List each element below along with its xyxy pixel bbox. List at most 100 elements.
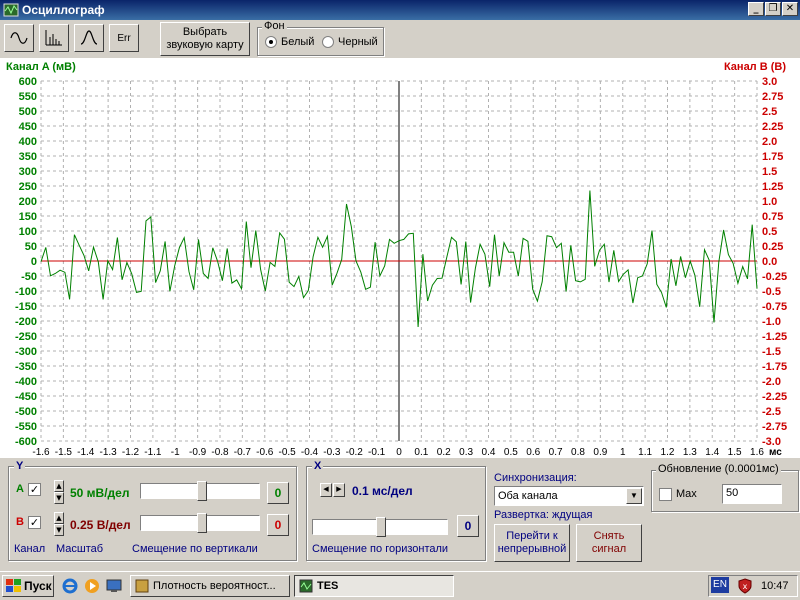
channel-a-tick-label: 300 xyxy=(19,166,37,178)
max-checkbox[interactable] xyxy=(659,488,672,501)
x-legend: X xyxy=(312,460,324,472)
distribution-button[interactable] xyxy=(74,24,104,52)
channel-a-tick-label: 50 xyxy=(25,241,37,253)
channel-a-label: A xyxy=(16,483,24,495)
error-button[interactable]: Err xyxy=(109,24,139,52)
x-tick-label: 1.6 xyxy=(750,447,764,458)
channel-b-tick-label: -1.25 xyxy=(762,331,787,343)
horizontal-offset-reset-button[interactable]: 0 xyxy=(457,515,479,537)
antivirus-shield-icon[interactable]: x xyxy=(737,578,753,594)
channel-b-tick-label: 1.25 xyxy=(762,181,783,193)
horizontal-offset-slider-thumb[interactable] xyxy=(376,517,386,537)
channel-b-tick-label: 2.0 xyxy=(762,136,777,148)
sine-wave-icon xyxy=(10,32,28,44)
x-tick-label: -0.3 xyxy=(323,447,341,458)
x-tick-label: 0 xyxy=(396,447,402,458)
channel-a-tick-label: 0 xyxy=(31,256,37,268)
channel-b-tick-label: 0.5 xyxy=(762,226,777,238)
scale-b-down-button[interactable]: ▼ xyxy=(54,524,64,536)
x-tick-label: 1.4 xyxy=(705,447,719,458)
channel-b-tick-label: -2.25 xyxy=(762,391,787,403)
channel-b-tick-label: 0.0 xyxy=(762,256,777,268)
start-button[interactable]: Пуск xyxy=(2,575,54,597)
channel-a-tick-label: -200 xyxy=(15,316,37,328)
channel-a-tick-label: -100 xyxy=(15,286,37,298)
continuous-mode-button[interactable]: Перейти к непрерывной xyxy=(494,524,570,562)
sync-label: Синхронизация: xyxy=(494,472,577,484)
scale-b-up-button[interactable]: ▲ xyxy=(54,512,64,524)
x-tick-label: -1.4 xyxy=(77,447,95,458)
channel-b-label: B xyxy=(16,516,24,528)
desktop-icon[interactable] xyxy=(106,578,122,594)
background-white-label: Белый xyxy=(281,36,315,48)
channel-b-checkbox[interactable]: ✓ xyxy=(28,516,41,529)
background-white-radio[interactable] xyxy=(265,36,277,48)
oscilloscope-plot: -1.6 -1.5 -1.4 -1.3 -1.2 -1.1 -1 -0.9 -0.8 -0.7 -0… xyxy=(15,76,787,458)
spectrum-button[interactable] xyxy=(39,24,69,52)
start-label: Пуск xyxy=(24,579,52,593)
channel-b-tick-label: -0.5 xyxy=(762,286,781,298)
offset-b-reset-button[interactable]: 0 xyxy=(267,514,289,536)
sine-wave-button[interactable] xyxy=(4,24,34,52)
svg-text:x: x xyxy=(743,582,748,591)
channel-a-tick-label: 550 xyxy=(19,91,37,103)
restore-button[interactable]: ❐ xyxy=(765,2,781,16)
x-tick-label: -1.5 xyxy=(55,447,73,458)
ie-icon[interactable] xyxy=(62,578,78,594)
update-interval-input[interactable]: 50 xyxy=(722,484,782,504)
offset-b-slider-thumb[interactable] xyxy=(197,513,207,533)
taskbar-item-probability-label: Плотность вероятност... xyxy=(153,580,276,592)
x-tick-label: -1.6 xyxy=(32,447,50,458)
channel-a-tick-label: -300 xyxy=(15,346,37,358)
clock: 10:47 xyxy=(761,580,789,592)
background-black-radio[interactable] xyxy=(322,36,334,48)
channel-b-tick-label: 2.75 xyxy=(762,91,783,103)
capture-signal-button[interactable]: Снять сигнал xyxy=(576,524,642,562)
x-tick-label: 1.3 xyxy=(683,447,697,458)
channel-b-tick-label: -1.0 xyxy=(762,316,781,328)
channel-b-tick-label: -0.75 xyxy=(762,301,787,313)
channel-b-tick-label: 2.5 xyxy=(762,106,777,118)
minimize-button[interactable]: _ xyxy=(748,2,764,16)
taskbar-item-tes-label: TES xyxy=(317,580,339,592)
offset-a-slider-thumb[interactable] xyxy=(197,481,207,501)
channel-a-tick-label: 350 xyxy=(19,151,37,163)
timebase-left-button[interactable]: ◀ xyxy=(320,483,332,497)
channel-a-tick-label: -400 xyxy=(15,376,37,388)
offset-a-reset-button[interactable]: 0 xyxy=(267,482,289,504)
x-unit-label: мс xyxy=(769,447,782,458)
timebase-right-button[interactable]: ▶ xyxy=(333,483,345,497)
chevron-down-icon[interactable]: ▼ xyxy=(626,488,642,504)
y-footer-channel: Канал xyxy=(14,543,46,555)
max-label: Max xyxy=(676,488,697,500)
title-bar: Осциллограф _ ❐ ✕ xyxy=(0,0,800,20)
scale-a-down-button[interactable]: ▼ xyxy=(54,492,64,504)
x-tick-label: -0.5 xyxy=(279,447,297,458)
channel-a-tick-label: -500 xyxy=(15,406,37,418)
program-icon xyxy=(135,579,149,593)
channel-a-tick-label: -150 xyxy=(15,301,37,313)
channel-b-tick-label: -2.5 xyxy=(762,406,781,418)
timebase-value: 0.1 мс/дел xyxy=(352,484,413,498)
media-player-icon[interactable] xyxy=(84,578,100,594)
tes-app-icon xyxy=(299,579,313,593)
x-tick-label: 0.4 xyxy=(482,447,496,458)
taskbar-item-tes[interactable]: TES xyxy=(294,575,454,597)
sweep-mode-text: Развертка: ждущая xyxy=(494,509,593,521)
close-button[interactable]: ✕ xyxy=(782,2,798,16)
channel-a-tick-label: -50 xyxy=(21,271,37,283)
system-tray: x 10:47 xyxy=(708,575,798,597)
select-sound-card-button[interactable]: Выбрать звуковую карту xyxy=(160,22,250,56)
channel-a-checkbox[interactable]: ✓ xyxy=(28,483,41,496)
x-tick-label: 1.5 xyxy=(728,447,742,458)
sync-mode-select[interactable]: Оба канала ▼ xyxy=(494,486,644,506)
bell-curve-icon xyxy=(80,30,98,45)
x-tick-label: 0.7 xyxy=(549,447,563,458)
windows-logo-icon xyxy=(6,579,21,592)
x-tick-label: -1.2 xyxy=(122,447,140,458)
taskbar-item-probability[interactable]: Плотность вероятност... xyxy=(130,575,290,597)
sync-mode-value: Оба канала xyxy=(498,490,558,502)
scale-a-up-button[interactable]: ▲ xyxy=(54,480,64,492)
channel-a-tick-label: -550 xyxy=(15,421,37,433)
x-tick-label: 0.6 xyxy=(526,447,540,458)
